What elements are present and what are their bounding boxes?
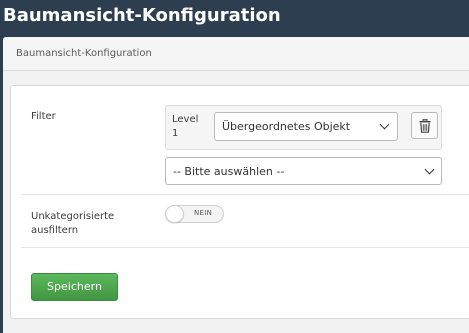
panel-heading: Baumansicht-Konfiguration: [3, 37, 469, 71]
chevron-down-icon: [379, 119, 390, 130]
uncategorized-filter-label: Unkategorisierte ausfiltern: [31, 211, 115, 236]
page-header: Baumansicht-Konfiguration: [0, 0, 469, 37]
level-label: Level 1: [172, 114, 199, 139]
filter-label: Filter: [31, 111, 56, 122]
trash-icon: [419, 119, 431, 133]
parent-object-select-value: Übergeordnetes Objekt: [222, 120, 351, 133]
filter-value-select[interactable]: -- Bitte auswählen --: [165, 157, 442, 185]
divider: [21, 247, 469, 248]
filter-value-select-value: -- Bitte auswählen --: [173, 165, 285, 178]
uncategorized-filter-toggle[interactable]: NEIN: [165, 205, 224, 223]
save-button[interactable]: Speichern: [31, 273, 118, 301]
delete-level-button[interactable]: [411, 112, 438, 139]
parent-object-select[interactable]: Übergeordnetes Objekt: [214, 112, 398, 141]
chevron-down-icon: [424, 164, 435, 175]
toggle-knob: [165, 205, 184, 223]
divider: [21, 194, 469, 195]
toggle-state-text: NEIN: [194, 209, 213, 217]
panel-title: Baumansicht-Konfiguration: [16, 48, 152, 59]
page-title: Baumansicht-Konfiguration: [3, 5, 281, 26]
